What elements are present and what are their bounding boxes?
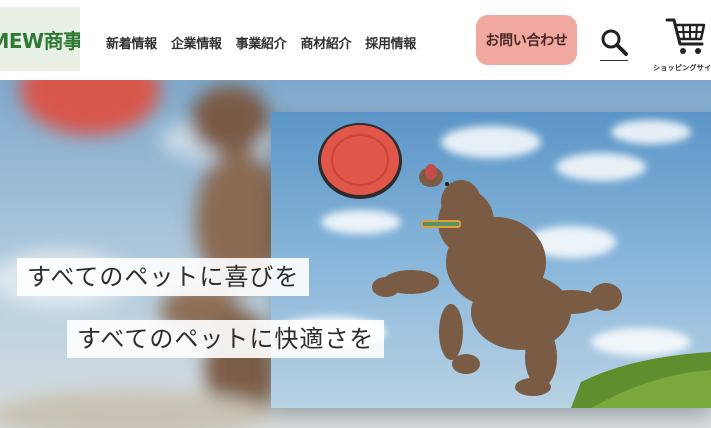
contact-button[interactable]: お問い合わせ [476, 15, 577, 65]
search-underline [600, 60, 628, 61]
hero-section: すべてのペットに喜びを すべてのペットに快適さを [0, 80, 711, 428]
global-nav: 新着情報 企業情報 事業紹介 商材紹介 採用情報 [106, 33, 416, 52]
logo-text: MEW商事 [0, 28, 80, 53]
shopping-cart-icon[interactable] [664, 14, 708, 58]
hero-tagline-joy: すべてのペットに喜びを [17, 258, 310, 296]
nav-item-business[interactable]: 事業紹介 [236, 33, 287, 52]
site-header: MEW商事 新着情報 企業情報 事業紹介 商材紹介 採用情報 お問い合わせ ショ… [0, 0, 711, 80]
nav-item-news[interactable]: 新着情報 [106, 33, 157, 52]
hero-dog-photo [271, 112, 711, 408]
hero-tagline-comfort: すべてのペットに快適さを [67, 320, 385, 358]
nav-item-company[interactable]: 企業情報 [171, 33, 222, 52]
site-logo[interactable]: MEW商事 [0, 7, 80, 71]
shopping-site-label[interactable]: ショッピングサイ [653, 63, 711, 73]
search-icon[interactable] [598, 26, 632, 60]
nav-item-recruit[interactable]: 採用情報 [365, 33, 416, 52]
nav-item-products[interactable]: 商材紹介 [300, 33, 351, 52]
